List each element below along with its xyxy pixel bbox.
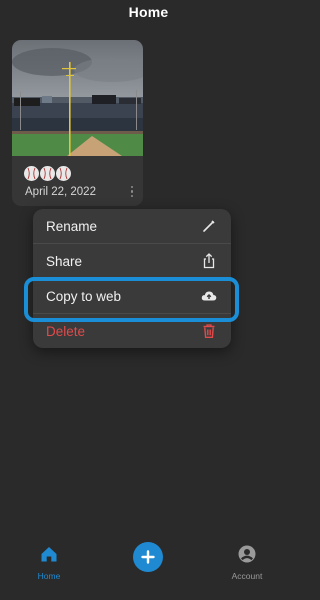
baseball-icon: [56, 166, 71, 181]
trash-icon: [203, 324, 215, 338]
menu-item-label: Rename: [46, 218, 98, 234]
top-bar: Home: [0, 0, 297, 24]
tab-account[interactable]: Account: [217, 544, 277, 581]
pencil-icon: [203, 220, 215, 232]
page-title: Home: [128, 4, 169, 20]
stadium-photo: [12, 40, 143, 156]
game-card[interactable]: April 22, 2022: [12, 40, 143, 206]
tab-label: Account: [231, 571, 263, 581]
menu-item-share[interactable]: Share: [33, 244, 231, 278]
account-icon: [238, 545, 256, 563]
add-button[interactable]: [133, 542, 163, 572]
more-options-icon[interactable]: [129, 184, 135, 200]
menu-item-label: Delete: [46, 323, 86, 339]
card-date: April 22, 2022: [25, 186, 96, 198]
tab-label: Home: [37, 571, 61, 581]
baseball-icon: [24, 166, 39, 181]
menu-item-rename[interactable]: Rename: [33, 209, 231, 243]
share-icon: [203, 253, 215, 269]
menu-item-label: Share: [46, 253, 83, 269]
highlight-outline: [24, 277, 239, 322]
rating-balls: [24, 166, 71, 182]
plus-icon: [141, 550, 155, 564]
baseball-icon: [40, 166, 55, 181]
tab-home[interactable]: Home: [19, 544, 79, 581]
home-icon: [41, 547, 57, 562]
